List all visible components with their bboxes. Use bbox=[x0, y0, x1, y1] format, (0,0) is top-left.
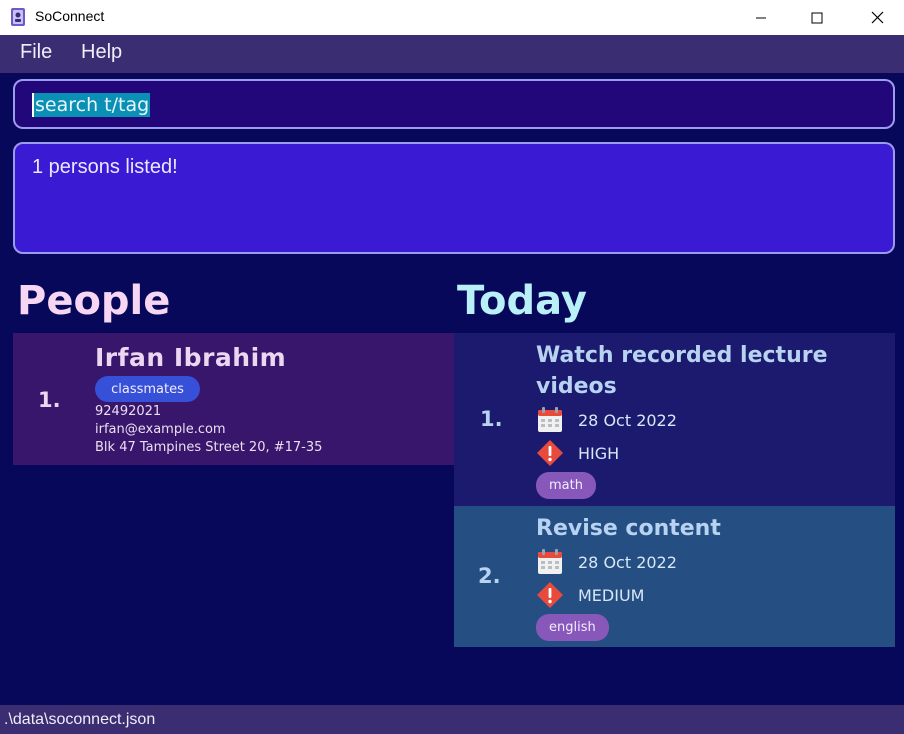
person-index: 1. bbox=[38, 388, 61, 412]
menu-bar: File Help bbox=[0, 35, 904, 73]
calendar-icon bbox=[538, 407, 562, 432]
close-icon bbox=[871, 11, 883, 24]
person-phone: 92492021 bbox=[95, 404, 162, 419]
task-tag: math bbox=[536, 472, 596, 499]
menu-file[interactable]: File bbox=[20, 41, 52, 64]
task-tag: english bbox=[536, 614, 609, 641]
task-date: 28 Oct 2022 bbox=[578, 411, 677, 430]
task-date: 28 Oct 2022 bbox=[578, 553, 677, 572]
person-email: irfan@example.com bbox=[95, 422, 226, 437]
close-button[interactable] bbox=[854, 0, 900, 35]
command-box[interactable]: search t/tag bbox=[13, 79, 895, 129]
task-index: 1. bbox=[480, 407, 503, 431]
result-display: 1 persons listed! bbox=[13, 142, 895, 254]
task-card[interactable]: 1. Watch recorded lecture videos 28 Oct … bbox=[454, 333, 895, 506]
people-heading: People bbox=[17, 278, 171, 324]
minimize-icon bbox=[756, 17, 766, 18]
person-name: Irfan Ibrahim bbox=[95, 343, 287, 372]
window-title: SoConnect bbox=[35, 8, 105, 24]
task-priority: HIGH bbox=[578, 444, 620, 463]
menu-help[interactable]: Help bbox=[81, 41, 122, 64]
calendar-icon bbox=[538, 549, 562, 574]
priority-icon bbox=[537, 582, 563, 608]
person-address: Blk 47 Tampines Street 20, #17-35 bbox=[95, 440, 323, 455]
command-input-text[interactable]: search t/tag bbox=[32, 93, 151, 117]
result-message: 1 persons listed! bbox=[32, 156, 178, 178]
status-bar: .\data\soconnect.json bbox=[0, 705, 904, 734]
minimize-button[interactable] bbox=[738, 0, 784, 35]
person-tag: classmates bbox=[95, 376, 200, 402]
app-icon bbox=[11, 8, 25, 26]
task-index: 2. bbox=[478, 564, 501, 588]
today-heading: Today bbox=[457, 278, 587, 324]
task-title-line1: Watch recorded lecture bbox=[536, 343, 828, 368]
maximize-icon bbox=[811, 12, 823, 23]
priority-icon bbox=[537, 440, 563, 466]
status-path: .\data\soconnect.json bbox=[4, 711, 156, 728]
task-title-line1: Revise content bbox=[536, 516, 721, 541]
person-card[interactable]: 1. Irfan Ibrahim classmates 92492021 irf… bbox=[13, 333, 454, 465]
task-card[interactable]: 2. Revise content 28 Oct 2022 MEDIUM eng… bbox=[454, 506, 895, 647]
title-bar: SoConnect bbox=[0, 0, 904, 35]
task-title-line2: videos bbox=[536, 374, 617, 399]
maximize-button[interactable] bbox=[794, 0, 840, 35]
task-priority: MEDIUM bbox=[578, 586, 645, 605]
